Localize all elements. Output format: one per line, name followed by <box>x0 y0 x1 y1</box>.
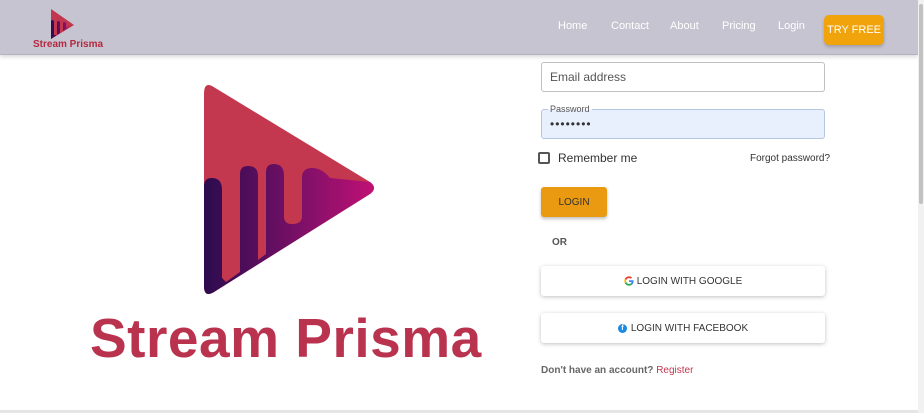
nav-about[interactable]: About <box>670 20 699 32</box>
brand-name: Stream Prisma <box>33 39 104 50</box>
try-free-button[interactable]: TRY FREE <box>824 15 884 45</box>
email-input[interactable] <box>542 63 824 91</box>
facebook-login-button[interactable]: f LOGIN WITH FACEBOOK <box>541 313 825 343</box>
nav-pricing[interactable]: Pricing <box>722 20 756 32</box>
forgot-password-link[interactable]: Forgot password? <box>750 153 830 164</box>
brand-play-icon <box>51 9 74 39</box>
google-icon <box>624 276 634 286</box>
email-field[interactable] <box>541 62 825 92</box>
password-input[interactable] <box>542 110 824 138</box>
top-navbar: Stream Prisma Home Contact About Pricing… <box>0 0 918 55</box>
remember-label: Remember me <box>558 151 638 165</box>
nav-login[interactable]: Login <box>778 20 805 32</box>
register-link[interactable]: Register <box>656 365 693 376</box>
facebook-icon: f <box>617 323 627 333</box>
or-divider: OR <box>552 237 567 248</box>
brand-logo[interactable]: Stream Prisma <box>33 5 103 51</box>
signup-question: Don't have an account? <box>541 365 654 376</box>
nav-home[interactable]: Home <box>558 20 587 32</box>
facebook-login-label: LOGIN WITH FACEBOOK <box>630 322 749 334</box>
password-label: Password <box>548 104 592 114</box>
login-button[interactable]: LOGIN <box>541 187 607 217</box>
signup-prompt: Don't have an account? Register <box>541 365 693 376</box>
google-login-label: LOGIN WITH GOOGLE <box>636 275 743 287</box>
remember-checkbox[interactable] <box>538 152 550 164</box>
hero-title: Stream Prisma <box>90 307 482 369</box>
page-scrollbar[interactable] <box>918 0 924 413</box>
password-field[interactable]: Password <box>541 104 825 139</box>
scrollbar-thumb[interactable] <box>919 4 923 204</box>
stream-prisma-logo-icon <box>204 85 374 294</box>
nav-contact[interactable]: Contact <box>611 20 649 32</box>
remember-me[interactable]: Remember me <box>538 151 637 165</box>
google-login-button[interactable]: LOGIN WITH GOOGLE <box>541 266 825 296</box>
